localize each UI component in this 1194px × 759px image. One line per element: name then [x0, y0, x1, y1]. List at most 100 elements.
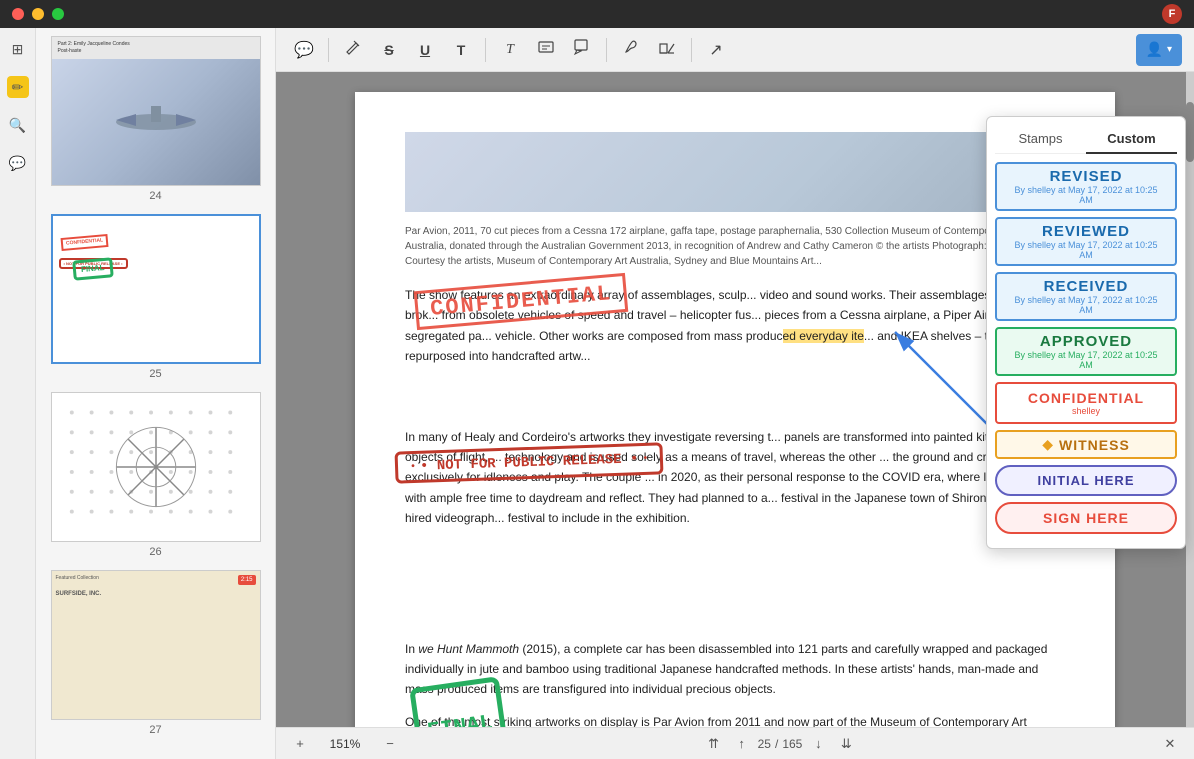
callout-icon — [573, 38, 591, 61]
thumbnail-number-25: 25 — [149, 368, 161, 380]
pattern-svg — [52, 392, 260, 542]
maximize-window-button[interactable] — [52, 8, 64, 20]
text-icon: T — [457, 42, 466, 58]
user-icon: 👤 — [1146, 41, 1163, 58]
main-content: 💬 S U T T — [276, 28, 1194, 759]
zoom-value-display: 151% — [320, 737, 370, 751]
next-page-button[interactable]: ↓ — [806, 732, 830, 756]
text-tool-button[interactable]: T — [445, 34, 477, 66]
page-separator: / — [775, 737, 778, 751]
thumbnail-number-27: 27 — [149, 724, 161, 736]
stamp-sign-here-button[interactable]: SIGN HERE — [995, 502, 1177, 534]
stamp-reviewed-sublabel: By shelley at May 17, 2022 at 10:25 AM — [1007, 240, 1165, 260]
close-document-button[interactable]: ✕ — [1158, 732, 1182, 756]
stamp-received-label: RECEIVED — [1007, 278, 1165, 295]
stamp-initial-here-button[interactable]: INITIAL HERE — [995, 465, 1177, 496]
thumbnail-number-24: 24 — [149, 190, 161, 202]
formatted-text-tool-button[interactable]: T — [494, 34, 526, 66]
thumbnail-image-27: Featured Collection SURFSIDE, INC. 2:15 — [51, 570, 261, 720]
underline-icon: U — [420, 42, 430, 58]
stamp-revised-sublabel: By shelley at May 17, 2022 at 10:25 AM — [1007, 185, 1165, 205]
comment-tool-button[interactable]: 💬 — [288, 34, 320, 66]
zoom-in-button[interactable]: + — [288, 732, 312, 756]
thumbnail-item-26[interactable]: 26 — [44, 392, 267, 558]
stamps-tab-stamps[interactable]: Stamps — [995, 125, 1086, 153]
window-controls[interactable] — [12, 8, 64, 20]
thumbnail-item-25[interactable]: CONFIDENTIAL • NOT FOR PUBLIC RELEASE • … — [44, 214, 267, 380]
stamp-confidential-sublabel: shelley — [1007, 406, 1165, 416]
stamp-approved-label: APPROVED — [1007, 333, 1165, 350]
thumb25-content: CONFIDENTIAL • NOT FOR PUBLIC RELEASE • … — [53, 216, 259, 299]
draw-tool-button[interactable] — [337, 34, 369, 66]
underline-tool-button[interactable]: U — [409, 34, 441, 66]
strikethrough-tool-button[interactable]: S — [373, 34, 405, 66]
stamp-confidential-button[interactable]: CONFIDENTIAL shelley — [995, 382, 1177, 424]
sidebar-annotate-icon[interactable]: ✏ — [7, 76, 29, 98]
sidebar-panels-icon[interactable]: ⊞ — [7, 38, 29, 60]
last-page-button[interactable]: ⇊ — [834, 732, 858, 756]
thumbnail-image-25: CONFIDENTIAL • NOT FOR PUBLIC RELEASE • … — [51, 214, 261, 364]
stamp-witness-button[interactable]: ◆ WITNESS — [995, 430, 1177, 459]
thumb25-final-stamp: FINAL — [72, 257, 113, 281]
toolbar-separator-3 — [606, 38, 607, 62]
user-avatar[interactable]: F — [1162, 4, 1182, 24]
aircraft-svg — [106, 92, 206, 152]
toolbar: 💬 S U T T — [276, 28, 1194, 72]
thumb24-text: Part 2: Emily Jacqueline CondesPost-hast… — [52, 37, 260, 59]
shapes-icon — [658, 38, 676, 61]
arrow-tool-button[interactable]: ↗ — [700, 34, 732, 66]
shapes-tool-button[interactable] — [651, 34, 683, 66]
textbox-icon — [537, 38, 555, 61]
first-page-button[interactable]: ⇈ — [702, 732, 726, 756]
sidebar-search-icon[interactable]: 🔍 — [7, 114, 29, 136]
app-body: ⊞ ✏ 🔍 💬 Part 2: Emily Jacqueline CondesP… — [0, 28, 1194, 759]
vertical-scrollbar[interactable] — [1186, 72, 1194, 727]
stamps-panel-tabs: Stamps Custom — [995, 125, 1177, 154]
stamp-reviewed-button[interactable]: REVIEWED By shelley at May 17, 2022 at 1… — [995, 217, 1177, 266]
stamps-panel: Stamps Custom REVISED By shelley at May … — [986, 116, 1186, 549]
doc-top-image — [405, 132, 1065, 212]
prev-page-button[interactable]: ↑ — [730, 732, 754, 756]
witness-icon: ◆ — [1042, 436, 1053, 453]
titlebar: F — [0, 0, 1194, 28]
close-window-button[interactable] — [12, 8, 24, 20]
ink-tool-button[interactable] — [615, 34, 647, 66]
user-stamps-button[interactable]: 👤 ▾ — [1136, 34, 1182, 66]
textbox-tool-button[interactable] — [530, 34, 562, 66]
zoom-out-button[interactable]: − — [378, 732, 402, 756]
stamp-received-sublabel: By shelley at May 17, 2022 at 10:25 AM — [1007, 295, 1165, 315]
sidebar-comment-icon[interactable]: 💬 — [7, 152, 29, 174]
thumb26-content — [52, 393, 260, 541]
pen-icon — [344, 38, 362, 61]
stamp-reviewed-label: REVIEWED — [1007, 223, 1165, 240]
scrollbar-thumb[interactable] — [1186, 102, 1194, 162]
stamp-approved-button[interactable]: APPROVED By shelley at May 17, 2022 at 1… — [995, 327, 1177, 376]
callout-tool-button[interactable] — [566, 34, 598, 66]
comment-icon: 💬 — [294, 40, 314, 60]
thumbnail-item-24[interactable]: Part 2: Emily Jacqueline CondesPost-hast… — [44, 36, 267, 202]
stamp-received-button[interactable]: RECEIVED By shelley at May 17, 2022 at 1… — [995, 272, 1177, 321]
thumbnail-item-27[interactable]: Featured Collection SURFSIDE, INC. 2:15 … — [44, 570, 267, 736]
toolbar-separator-4 — [691, 38, 692, 62]
thumbnail-number-26: 26 — [149, 546, 161, 558]
doc-paragraph-3: In we Hunt Mammoth (2015), a complete ca… — [405, 639, 1065, 700]
stamp-confidential-label: CONFIDENTIAL — [1007, 390, 1165, 406]
stamp-initial-here-label: INITIAL HERE — [1007, 473, 1165, 488]
thumbnail-image-26 — [51, 392, 261, 542]
chevron-down-icon: ▾ — [1167, 44, 1172, 55]
total-pages-display: 165 — [782, 737, 802, 751]
stamps-tab-custom[interactable]: Custom — [1086, 125, 1177, 154]
toolbar-separator-2 — [485, 38, 486, 62]
stamp-sign-here-label: SIGN HERE — [1007, 510, 1165, 526]
thumb27-badge: 2:15 — [238, 575, 256, 585]
minimize-window-button[interactable] — [32, 8, 44, 20]
stamp-revised-label: REVISED — [1007, 168, 1165, 185]
document-area[interactable]: Par Avion, 2011, 70 cut pieces from a Ce… — [276, 72, 1194, 727]
stamp-approved-sublabel: By shelley at May 17, 2022 at 10:25 AM — [1007, 350, 1165, 370]
thumb24-image-area — [52, 59, 260, 185]
current-page-display: 25 — [758, 737, 771, 751]
stamp-revised-button[interactable]: REVISED By shelley at May 17, 2022 at 10… — [995, 162, 1177, 211]
doc-caption: Par Avion, 2011, 70 cut pieces from a Ce… — [405, 224, 1065, 269]
page-navigation: ⇈ ↑ 25 / 165 ↓ ⇊ — [702, 732, 859, 756]
toolbar-separator-1 — [328, 38, 329, 62]
